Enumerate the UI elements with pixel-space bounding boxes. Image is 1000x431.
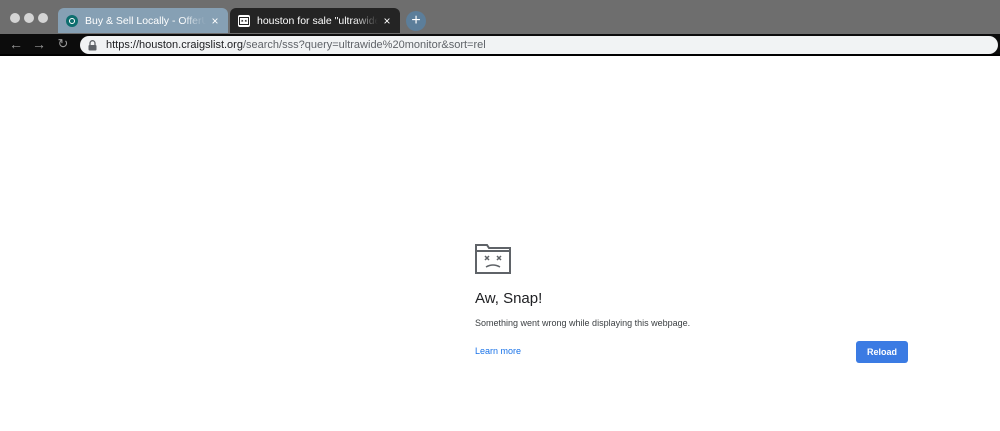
back-icon[interactable]: ← — [8, 36, 24, 52]
close-window-button[interactable] — [10, 13, 20, 23]
learn-more-link[interactable]: Learn more — [475, 346, 521, 356]
zoom-window-button[interactable] — [38, 13, 48, 23]
error-message: Something went wrong while displaying th… — [475, 318, 691, 328]
error-heading: Aw, Snap! — [475, 290, 543, 307]
sad-tab-icon — [475, 242, 511, 274]
toolbar: ← → ↻ https://houston.craigslist.org /se… — [0, 34, 1000, 56]
tab-close-icon[interactable]: × — [206, 14, 224, 28]
reload-icon[interactable]: ↻ — [55, 36, 71, 52]
url-path: /search/sss?query=ultrawide%20monitor&so… — [242, 39, 486, 51]
tab-craigslist[interactable]: houston for sale "ultrawide monitor" × — [230, 8, 400, 33]
reload-button[interactable]: Reload — [856, 341, 908, 363]
offerup-icon — [66, 14, 78, 27]
tab-title: houston for sale "ultrawide monitor" — [257, 14, 378, 27]
tab-strip: Buy & Sell Locally - OfferUp - B × houst… — [0, 0, 1000, 34]
forward-icon[interactable]: → — [31, 36, 47, 52]
tab-title: Buy & Sell Locally - OfferUp - B — [85, 14, 206, 27]
craigslist-icon — [238, 14, 250, 27]
new-tab-button[interactable]: + — [406, 11, 426, 31]
tab-close-icon[interactable]: × — [378, 14, 396, 28]
minimize-window-button[interactable] — [24, 13, 34, 23]
tab-offerup[interactable]: Buy & Sell Locally - OfferUp - B × — [58, 8, 228, 33]
address-bar[interactable]: https://houston.craigslist.org /search/s… — [80, 36, 998, 54]
url-host: https://houston.craigslist.org — [106, 39, 243, 51]
lock-icon[interactable] — [88, 39, 100, 51]
